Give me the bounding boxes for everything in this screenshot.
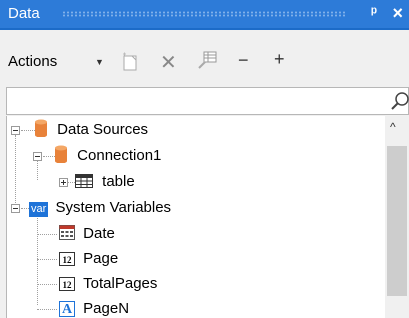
database-icon — [35, 119, 47, 138]
vertical-scrollbar[interactable]: ^ — [385, 116, 409, 318]
chevron-down-icon[interactable]: ▼ — [95, 57, 104, 67]
panel-title: Data — [8, 5, 40, 22]
calendar-icon — [59, 225, 75, 240]
tree-item-totalpages[interactable]: 12 TotalPages — [59, 271, 157, 297]
tree-item-date[interactable]: Date — [59, 221, 115, 247]
scroll-up-icon[interactable]: ^ — [390, 120, 396, 134]
collapse-toggle[interactable] — [11, 126, 20, 135]
search-icon[interactable] — [390, 90, 409, 112]
table-edit-icon[interactable] — [197, 50, 219, 70]
tree-label: Connection1 — [77, 147, 162, 164]
tree-label: Page — [83, 250, 119, 267]
tree-item-pagen[interactable]: A PageN — [59, 296, 129, 318]
collapse-toggle[interactable] — [33, 152, 42, 161]
scrollbar-thumb[interactable] — [387, 146, 407, 296]
text-icon: A — [59, 301, 75, 317]
search-input[interactable] — [11, 91, 385, 113]
variable-icon: var — [29, 202, 49, 217]
close-icon[interactable]: × — [392, 3, 403, 24]
table-icon — [75, 174, 93, 188]
number-icon: 12 — [59, 277, 75, 291]
panel-titlebar: Data ᵖ × — [0, 0, 409, 30]
tree-item-data-sources[interactable]: Data Sources — [35, 117, 148, 143]
search-box — [6, 87, 409, 115]
number-icon: 12 — [59, 252, 75, 266]
collapse-toggle[interactable] — [11, 204, 20, 213]
tree-item-connection[interactable]: Connection1 — [55, 143, 161, 169]
new-item-icon[interactable] — [120, 52, 140, 72]
tree-label: table — [102, 173, 135, 190]
delete-icon[interactable]: ✕ — [160, 50, 177, 75]
tree-label: Data Sources — [57, 121, 149, 138]
collapse-button[interactable]: − — [238, 50, 249, 71]
drag-grip[interactable] — [62, 11, 347, 17]
tree-item-page[interactable]: 12 Page — [59, 246, 118, 272]
database-icon — [55, 145, 67, 164]
pin-icon[interactable]: ᵖ — [371, 4, 377, 21]
expand-toggle[interactable] — [59, 178, 68, 187]
tree-item-table[interactable]: table — [75, 169, 135, 195]
tree-item-system-variables[interactable]: var System Variables — [29, 195, 171, 221]
tree-label: Date — [83, 225, 115, 242]
expand-button[interactable]: + — [274, 49, 285, 70]
tree-label: System Variables — [55, 199, 172, 216]
actions-menu[interactable]: Actions — [8, 53, 57, 70]
tree-label: TotalPages — [83, 275, 158, 292]
data-tree: Data Sources Connection1 table var Syste… — [6, 116, 409, 318]
tree-label: PageN — [83, 300, 130, 317]
toolbar: Actions ▼ ✕ − + — [0, 30, 409, 86]
